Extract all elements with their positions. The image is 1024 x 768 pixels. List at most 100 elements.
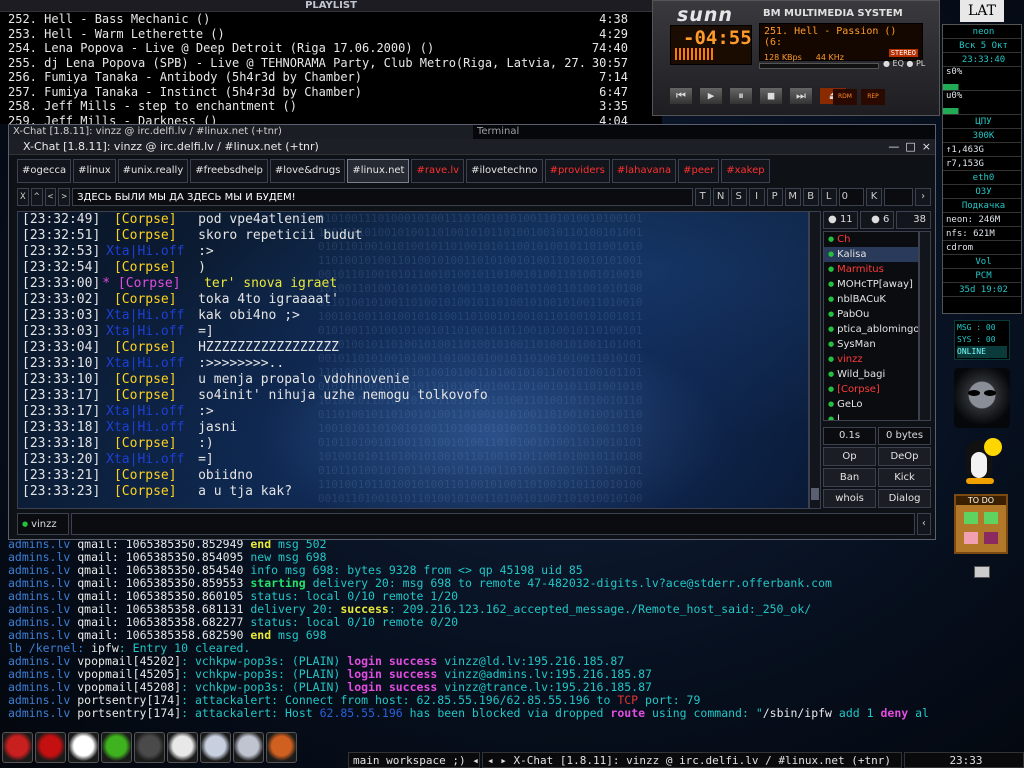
tab-channel[interactable]: #providers — [544, 159, 610, 183]
seek-bar[interactable] — [759, 63, 879, 69]
random-button[interactable]: RDM — [833, 89, 857, 105]
message-nick[interactable]: [Corpse] — [100, 292, 190, 308]
alien-icon[interactable] — [954, 368, 1010, 428]
message-input[interactable] — [71, 513, 915, 535]
pcm[interactable]: PCM — [943, 269, 1021, 283]
channel-mode-button[interactable]: N — [712, 188, 729, 206]
tab-channel[interactable]: #ogecca — [17, 159, 72, 183]
tab-channel[interactable]: #lahavana — [611, 159, 677, 183]
user-list-item[interactable]: SysMan — [824, 337, 918, 352]
op-button[interactable]: Op — [823, 447, 876, 466]
opera-icon[interactable] — [35, 732, 66, 763]
tab-right-button[interactable]: > — [58, 188, 71, 206]
tab-channel[interactable]: #peer — [678, 159, 720, 183]
message-nick[interactable]: Xta|Hi.off — [100, 404, 190, 420]
minimize-icon[interactable]: — — [888, 139, 899, 155]
tab-channel[interactable]: #linux — [73, 159, 116, 183]
nick-button[interactable]: vinzz — [17, 513, 69, 535]
tab-channel[interactable]: #unix.really — [117, 159, 189, 183]
topic-scroll-right[interactable]: › — [915, 188, 931, 206]
chat-scrollbar[interactable] — [809, 211, 821, 509]
next-button[interactable]: ⏭ — [789, 87, 813, 105]
playlist-item[interactable]: 253. Hell - Warm Letherette () 4:29 — [0, 27, 662, 42]
user-list-item[interactable]: ptica_ablomingo — [824, 322, 918, 337]
user-list-item[interactable]: PabOu — [824, 307, 918, 322]
message-nick[interactable]: [Corpse] — [100, 212, 190, 228]
ban-button[interactable]: Ban — [823, 468, 876, 487]
message-nick[interactable]: [Corpse] — [100, 436, 190, 452]
cdrom[interactable]: cdrom — [943, 241, 1021, 255]
message-nick[interactable]: * [Corpse] — [100, 276, 196, 292]
channel-mode-button[interactable]: T — [694, 188, 711, 206]
stop-button[interactable]: ■ — [759, 87, 783, 105]
prev-button[interactable]: ⏮ — [669, 87, 693, 105]
playlist-item[interactable]: 258. Jeff Mills - step to enchantment ()… — [0, 99, 662, 114]
message-nick[interactable]: [Corpse] — [100, 340, 190, 356]
playlist-item[interactable]: 257. Fumiya Tanaka - Instinct (5h4r3d by… — [0, 85, 662, 100]
gnome-icon[interactable] — [101, 732, 132, 763]
message-nick[interactable]: Xta|Hi.off — [100, 244, 190, 260]
user-list-item[interactable]: vinzz — [824, 352, 918, 367]
channel-mode-button[interactable]: S — [730, 188, 747, 206]
message-nick[interactable]: [Corpse] — [100, 228, 190, 244]
workspace-switcher[interactable]: main workspace ;) ◂ ▸ — [348, 752, 480, 768]
channel-mode-button[interactable]: M — [784, 188, 801, 206]
playlist-item[interactable]: 252. Hell - Bass Mechanic () 4:38 — [0, 12, 662, 27]
eye-icon[interactable] — [200, 732, 231, 763]
playlist-item[interactable]: 255. dj Lena Popova (SPB) - Live @ TEHNO… — [0, 56, 662, 71]
playlist-item[interactable]: 256. Fumiya Tanaka - Antibody (5h4r3d by… — [0, 70, 662, 85]
tux-icon[interactable] — [960, 436, 1004, 486]
chat-area[interactable]: 0101001110100010100111010010101001101010… — [17, 211, 809, 509]
message-nick[interactable]: [Corpse] — [100, 468, 190, 484]
input-scroll-left[interactable]: ‹ — [917, 513, 931, 535]
key-field[interactable] — [883, 188, 914, 206]
limit-field[interactable]: 0 — [838, 188, 865, 206]
close-icon[interactable]: × — [922, 139, 931, 155]
tab-up-button[interactable]: ^ — [30, 188, 43, 206]
channel-mode-button[interactable]: I — [748, 188, 765, 206]
tab-channel[interactable]: #linux.net — [347, 159, 410, 183]
terminal-task-title[interactable]: Terminal — [473, 125, 519, 139]
topic-field[interactable]: ЗДЕСЬ БЫЛИ МЫ ДА ЗДЕСЬ МЫ И БУДЕМ! — [72, 188, 693, 206]
mail-icon[interactable] — [233, 732, 264, 763]
terminal-log[interactable]: admins.lv qmail: 1065385350.852949 end m… — [0, 538, 940, 730]
user-list-item[interactable]: Wild_bagi — [824, 367, 918, 382]
xchat-icon[interactable] — [68, 732, 99, 763]
keyboard-layout-indicator[interactable]: LAT — [960, 0, 1004, 22]
dialog-button[interactable]: Dialog — [878, 489, 931, 508]
userlist-scrollbar[interactable] — [919, 231, 931, 421]
play-button[interactable]: ▶ — [699, 87, 723, 105]
tab-left-button[interactable]: < — [44, 188, 57, 206]
user-list-item[interactable]: GeLo — [824, 397, 918, 412]
xroast-icon[interactable] — [167, 732, 198, 763]
user-list-item[interactable]: MOHcTP[away] — [824, 277, 918, 292]
window-titlebar[interactable]: X-Chat [1.8.11]: vinzz @ irc.delfi.lv / … — [9, 139, 935, 155]
kick-button[interactable]: Kick — [878, 468, 931, 487]
repeat-button[interactable]: REP — [861, 89, 885, 105]
user-list-item[interactable]: l — [824, 412, 918, 420]
eq-pl-toggles[interactable]: ● EQ ● PL — [883, 59, 925, 68]
maximize-icon[interactable]: □ — [905, 139, 915, 155]
close-tab-button[interactable]: X — [17, 188, 29, 206]
message-nick[interactable]: [Corpse] — [100, 388, 190, 404]
todo-applet[interactable]: TO DO — [954, 494, 1008, 554]
key-toggle[interactable]: K — [866, 188, 882, 206]
user-list-item[interactable]: Ch — [824, 232, 918, 247]
message-nick[interactable]: Xta|Hi.off — [100, 420, 190, 436]
tab-channel[interactable]: #love&drugs — [269, 159, 346, 183]
whois-button[interactable]: whois — [823, 489, 876, 508]
xchat-task-title[interactable]: X-Chat [1.8.11]: vinzz @ irc.delfi.lv / … — [9, 125, 473, 139]
message-nick[interactable]: Xta|Hi.off — [100, 308, 190, 324]
chat-scroll-thumb[interactable] — [811, 488, 819, 500]
deop-button[interactable]: DeOp — [878, 447, 931, 466]
firefox-icon[interactable] — [2, 732, 33, 763]
message-nick[interactable]: Xta|Hi.off — [100, 324, 190, 340]
volume[interactable]: Vol — [943, 255, 1021, 269]
user-list-item[interactable]: Kalisa — [824, 247, 918, 262]
user-list-item[interactable]: [Corpse] — [824, 382, 918, 397]
user-list-item[interactable]: Marmitus — [824, 262, 918, 277]
tab-channel[interactable]: #rave.lv — [411, 159, 465, 183]
message-nick[interactable]: [Corpse] — [100, 372, 190, 388]
channel-mode-button[interactable]: P — [766, 188, 783, 206]
pause-button[interactable]: ⏸ — [729, 87, 753, 105]
